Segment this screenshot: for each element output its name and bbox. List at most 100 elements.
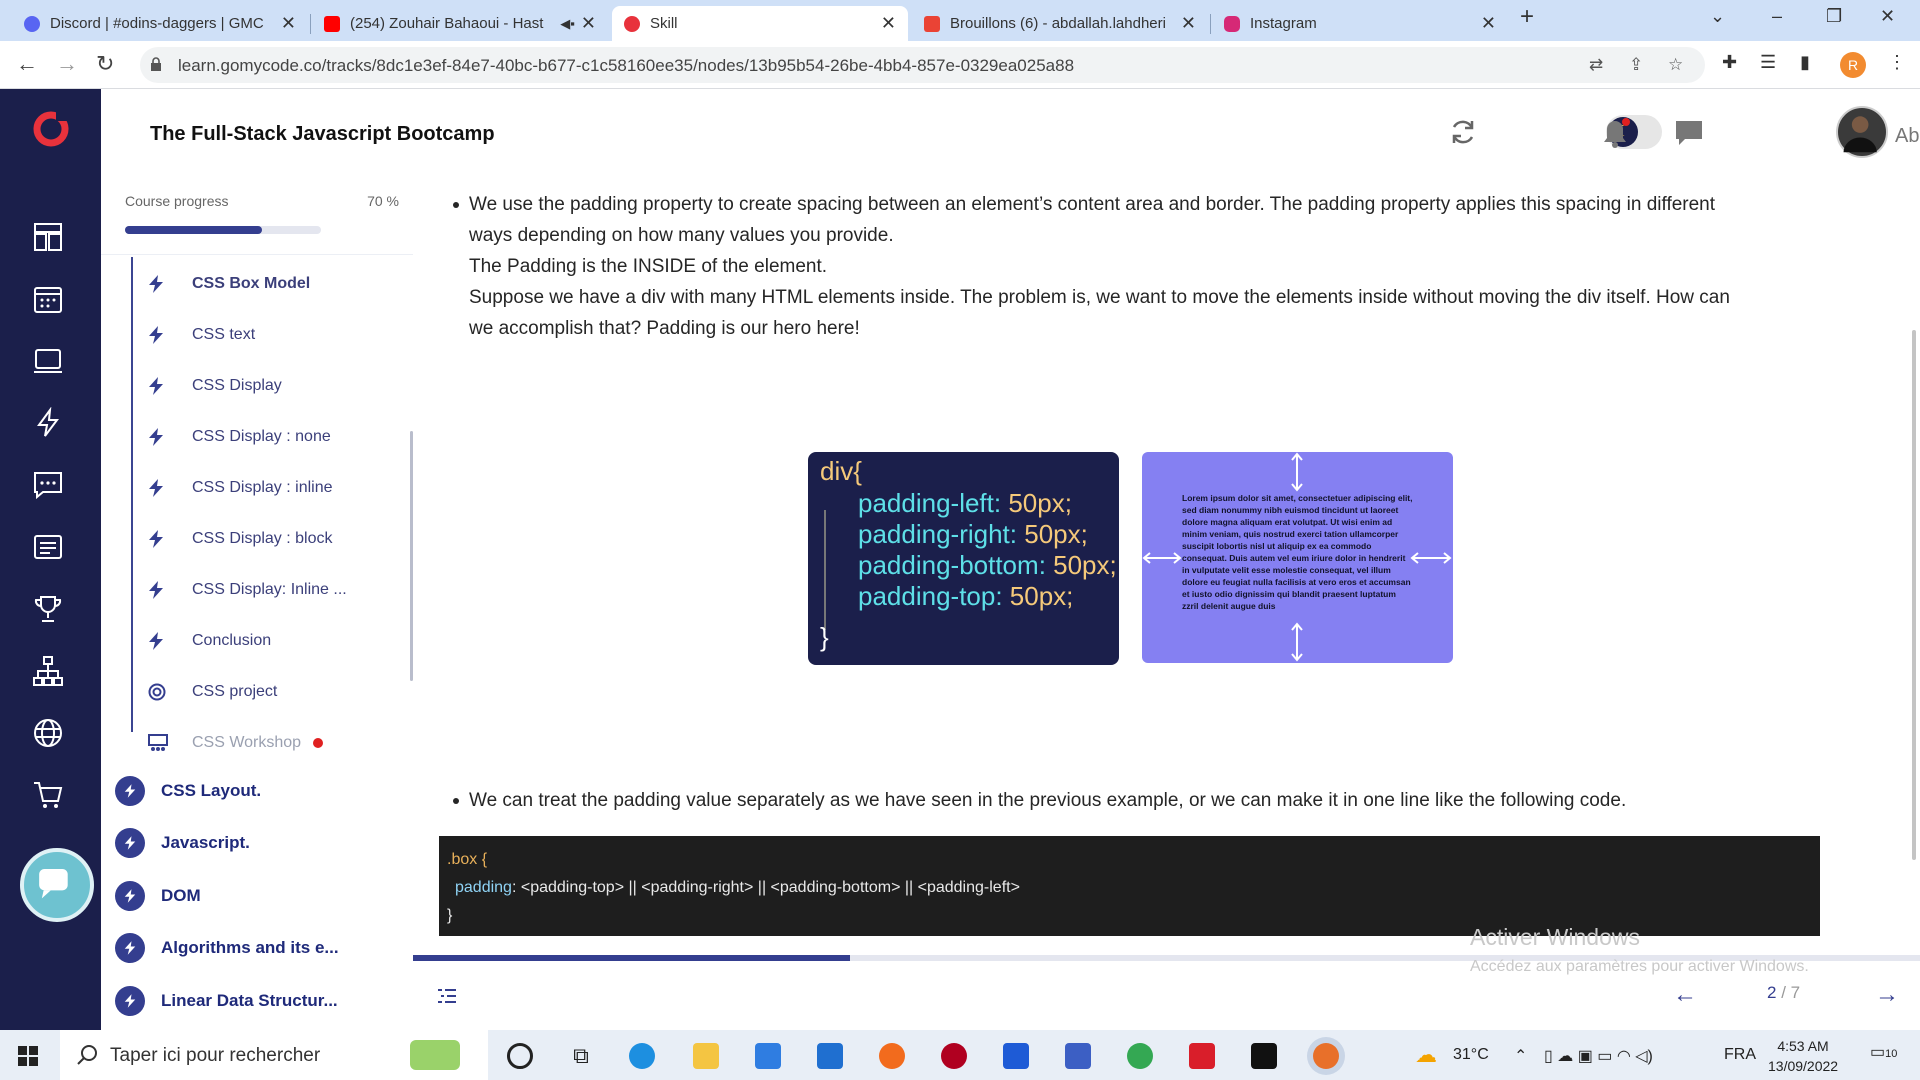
course-sidebar: Course progress 70 % CSS Box Model CSS t…	[101, 181, 413, 1030]
tab-instagram[interactable]: Instagram ✕	[1212, 6, 1508, 41]
tab-search-chevron-icon[interactable]: ⌄	[1710, 6, 1725, 27]
bookmark-star-icon[interactable]: ☆	[1668, 55, 1683, 75]
close-icon[interactable]: ✕	[581, 13, 596, 34]
reload-button[interactable]: ↻	[96, 51, 114, 77]
vpn-icon[interactable]	[1065, 1043, 1091, 1069]
system-clock[interactable]: 4:53 AM 13/09/2022	[1768, 1036, 1838, 1076]
microsoft-store-icon[interactable]	[755, 1043, 781, 1069]
lesson-css-display-inline[interactable]: CSS Display : inline	[148, 476, 333, 500]
lesson-css-project[interactable]: CSS project	[148, 680, 277, 704]
lesson-css-display-block[interactable]: CSS Display : block	[148, 527, 333, 551]
module-algorithms[interactable]: Algorithms and its e...	[115, 932, 339, 964]
module-linear-data-structures[interactable]: Linear Data Structur...	[115, 985, 338, 1017]
calendar-icon[interactable]	[32, 283, 64, 315]
temperature-label[interactable]: 31°C	[1453, 1046, 1489, 1064]
omnibox[interactable]: learn.gomycode.co/tracks/8dc1e3ef-84e7-4…	[140, 47, 1705, 83]
file-explorer-icon[interactable]	[693, 1043, 719, 1069]
edge-icon[interactable]	[629, 1043, 655, 1069]
lesson-css-box-model[interactable]: CSS Box Model	[148, 272, 310, 296]
table-of-contents-icon[interactable]	[437, 987, 457, 1005]
previous-page-button[interactable]: ←	[1673, 981, 1697, 1009]
gomycode-logo[interactable]	[32, 109, 70, 147]
paragraph-line: we accomplish that? Padding is our hero …	[469, 318, 860, 339]
notification-bell-icon[interactable]	[1599, 117, 1631, 149]
code-line: padding-left: 50px;	[858, 488, 1072, 518]
defender-icon[interactable]	[1003, 1043, 1029, 1069]
chrome-profile-icon[interactable]	[1313, 1043, 1339, 1069]
cart-icon[interactable]	[32, 779, 64, 811]
mail-icon[interactable]	[817, 1043, 843, 1069]
tab-title: Instagram	[1250, 15, 1317, 32]
translate-icon[interactable]: ⇄	[1589, 55, 1603, 75]
extensions-puzzle-icon[interactable]: ✚	[1722, 52, 1737, 73]
url-text[interactable]: learn.gomycode.co/tracks/8dc1e3ef-84e7-4…	[178, 56, 1074, 76]
lesson-css-workshop[interactable]: CSS Workshop	[148, 731, 324, 755]
lesson-label: CSS text	[192, 326, 256, 343]
back-button[interactable]: ←	[16, 51, 38, 77]
hierarchy-icon[interactable]	[32, 655, 64, 687]
close-window-button[interactable]: ✕	[1880, 6, 1895, 27]
dashboard-icon[interactable]	[32, 221, 64, 253]
module-dom[interactable]: DOM	[115, 880, 201, 912]
tab-youtube[interactable]: (254) Zouhair Bahaoui - Hast ◀▪ ✕	[312, 6, 608, 41]
lesson-css-display-none[interactable]: CSS Display : none	[148, 425, 331, 449]
speaker-icon[interactable]: ◀▪	[560, 16, 575, 32]
document-icon[interactable]	[32, 531, 64, 563]
messages-icon[interactable]	[1673, 117, 1705, 149]
tab-discord[interactable]: Discord | #odins-daggers | GMC ✕	[12, 6, 308, 41]
taskbar-search-box[interactable]: Taper ici pour rechercher	[60, 1030, 488, 1080]
chrome-icon[interactable]	[1127, 1043, 1153, 1069]
media-app-icon[interactable]	[1189, 1043, 1215, 1069]
gomycode-icon	[624, 15, 640, 32]
youtube-icon	[324, 15, 340, 32]
tray-icons[interactable]: ▯ ☁ ▣ ▭ ◠ ◁)	[1544, 1046, 1653, 1066]
tab-gmail[interactable]: Brouillons (6) - abdallah.lahdheri ✕	[912, 6, 1208, 41]
module-javascript[interactable]: Javascript.	[115, 827, 250, 859]
bullet	[453, 202, 459, 208]
epic-games-icon[interactable]	[1251, 1043, 1277, 1069]
browser-menu-icon[interactable]: ⋮	[1888, 52, 1906, 73]
minimize-button[interactable]: –	[1772, 6, 1782, 27]
lesson-css-text[interactable]: CSS text	[148, 323, 255, 347]
tray-chevron-up-icon[interactable]: ⌃	[1514, 1046, 1527, 1066]
module-css-layout[interactable]: CSS Layout.	[115, 775, 261, 807]
forward-button[interactable]: →	[56, 51, 78, 77]
media-queue-icon[interactable]: ☰	[1760, 52, 1776, 73]
game-app-icon[interactable]	[941, 1043, 967, 1069]
lesson-conclusion[interactable]: Conclusion	[148, 629, 271, 653]
globe-icon[interactable]	[32, 717, 64, 749]
username-dropdown[interactable]: Abdallah⌄	[1895, 123, 1920, 148]
tab-skill[interactable]: Skill ✕	[612, 6, 908, 41]
user-avatar[interactable]	[1836, 106, 1888, 158]
windows-start-icon[interactable]	[18, 1046, 38, 1066]
notification-center-icon[interactable]: ▭10	[1870, 1042, 1897, 1062]
share-icon[interactable]: ⇪	[1629, 55, 1643, 75]
side-panel-icon[interactable]: ▮	[1800, 52, 1810, 73]
course-title: The Full-Stack Javascript Bootcamp	[150, 123, 495, 145]
maximize-button[interactable]: ❐	[1826, 6, 1842, 27]
bolt-icon[interactable]	[32, 407, 64, 439]
lesson-css-display[interactable]: CSS Display	[148, 374, 282, 398]
task-view-icon[interactable]: ⧉	[568, 1043, 594, 1069]
close-icon[interactable]: ✕	[881, 13, 896, 34]
cortana-icon[interactable]	[507, 1043, 533, 1069]
module-label: DOM	[161, 886, 201, 905]
support-chat-button[interactable]	[20, 848, 94, 922]
weather-icon[interactable]: ☁	[1415, 1042, 1437, 1068]
close-icon[interactable]: ✕	[1481, 13, 1496, 34]
trophy-icon[interactable]	[32, 593, 64, 625]
close-icon[interactable]: ✕	[281, 13, 296, 34]
laptop-icon[interactable]	[32, 345, 64, 377]
page-scrollbar[interactable]	[1912, 330, 1916, 860]
language-indicator[interactable]: FRA	[1724, 1046, 1756, 1064]
lesson-css-display-inline-block[interactable]: CSS Display: Inline ...	[148, 578, 347, 602]
new-tab-button[interactable]: +	[1520, 3, 1534, 31]
sync-icon[interactable]	[1448, 117, 1478, 147]
code-snippet[interactable]: .box { padding: <padding-top> || <paddin…	[439, 836, 1820, 936]
firefox-icon[interactable]	[879, 1043, 905, 1069]
browser-profile-avatar[interactable]: R	[1840, 52, 1866, 78]
lock-icon[interactable]	[150, 57, 162, 71]
next-page-button[interactable]: →	[1875, 981, 1899, 1009]
chat-icon[interactable]	[32, 469, 64, 501]
close-icon[interactable]: ✕	[1181, 13, 1196, 34]
